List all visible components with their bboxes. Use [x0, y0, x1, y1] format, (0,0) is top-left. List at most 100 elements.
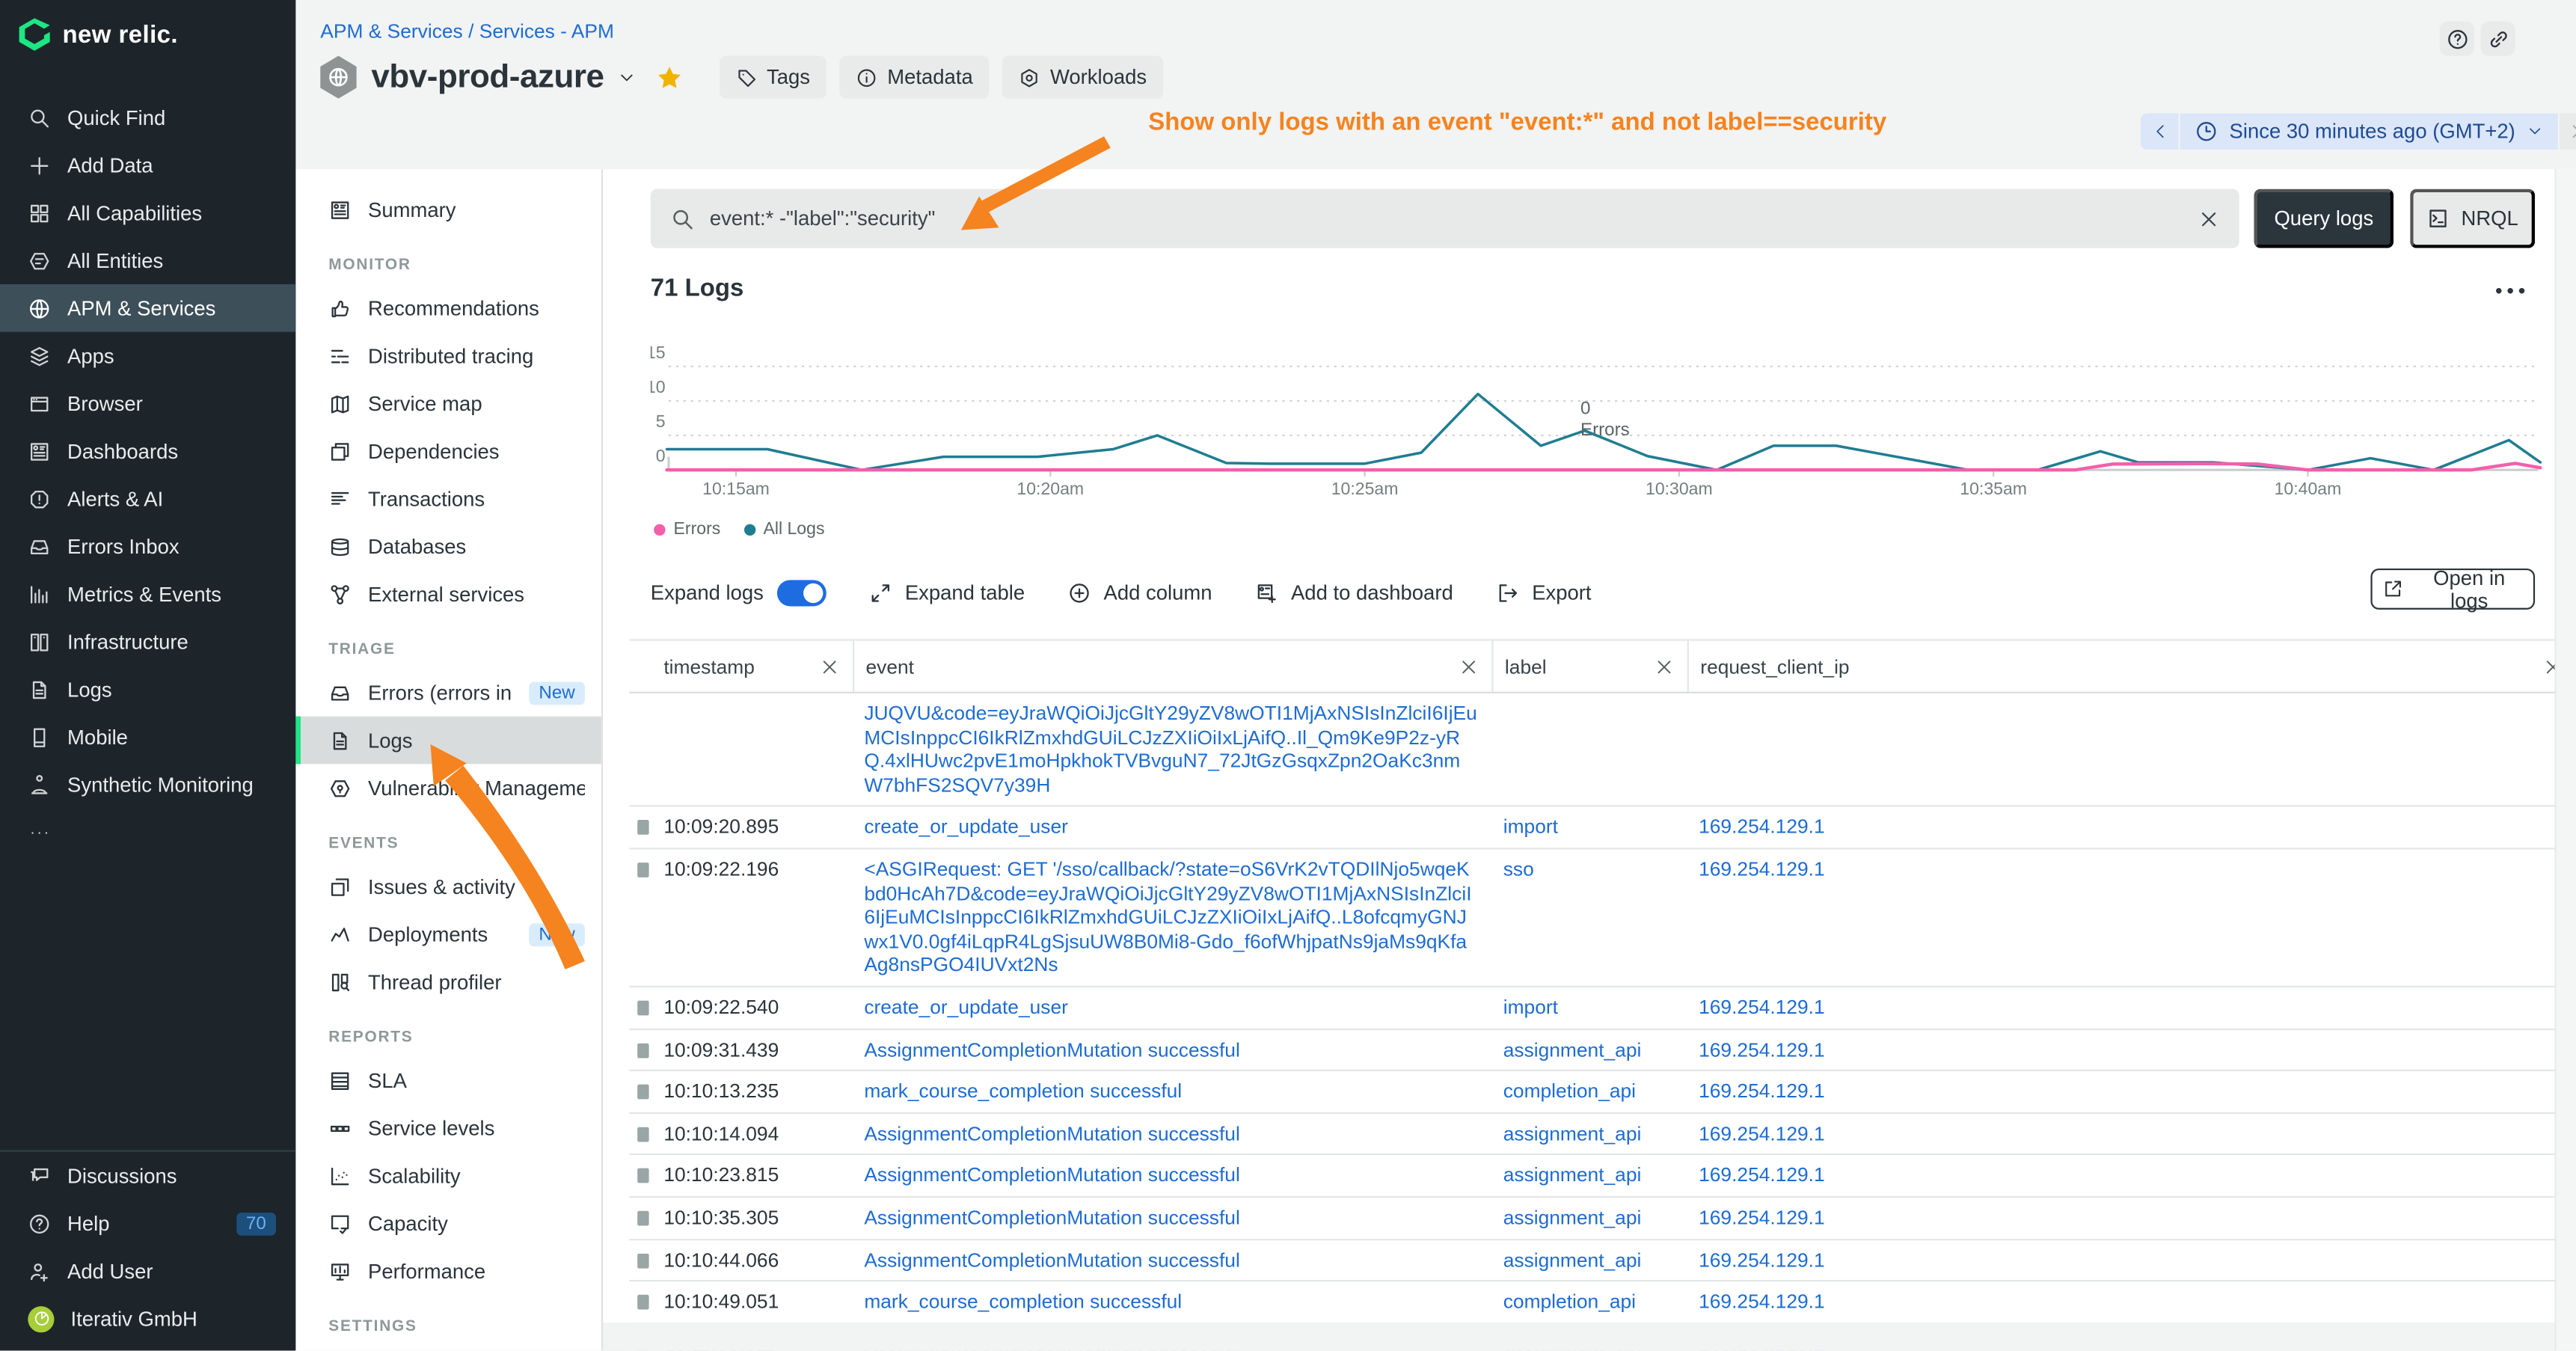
time-forward-button[interactable]: [2560, 114, 2576, 150]
query-logs-button[interactable]: Query logs: [2254, 189, 2394, 248]
subnav-item-scalability[interactable]: Scalability: [295, 1152, 601, 1200]
log-row[interactable]: 10:10:14.094AssignmentCompletionMutation…: [629, 1114, 2576, 1156]
cell-event[interactable]: AssignmentCompletionMutation successful: [853, 1156, 1491, 1196]
remove-column-icon[interactable]: [820, 656, 839, 676]
sidebar-item-quick-find[interactable]: Quick Find: [0, 94, 295, 141]
cell-request-client-ip[interactable]: [1687, 693, 2576, 806]
sidebar-item-apps[interactable]: Apps: [0, 332, 295, 380]
add-column-button[interactable]: Add column: [1067, 582, 1212, 605]
vertical-scrollbar[interactable]: [2554, 169, 2576, 1350]
cell-label[interactable]: assignment_api: [1491, 1198, 1687, 1238]
cell-request-client-ip[interactable]: 169.254.129.1: [1687, 987, 2576, 1028]
cell-request-client-ip[interactable]: 169.254.129.1: [1687, 1114, 2576, 1154]
cell-label[interactable]: assignment_api: [1491, 1114, 1687, 1154]
permalink-button[interactable]: [2481, 22, 2515, 56]
sidebar-item-dashboards[interactable]: Dashboards: [0, 427, 295, 475]
sidebar-item-add-data[interactable]: Add Data: [0, 141, 295, 189]
subnav-item-capacity[interactable]: Capacity: [295, 1199, 601, 1247]
subnav-item-dependencies[interactable]: Dependencies: [295, 427, 601, 475]
log-row[interactable]: 10:10:23.815AssignmentCompletionMutation…: [629, 1156, 2576, 1198]
cell-request-client-ip[interactable]: 169.254.129.1: [1687, 807, 2576, 848]
cell-event[interactable]: AssignmentCompletionMutation successful: [853, 1114, 1491, 1154]
sidebar-item-mobile[interactable]: Mobile: [0, 713, 295, 761]
cell-label[interactable]: completion_api: [1491, 1281, 1687, 1322]
cell-event[interactable]: mark_course_completion successful: [853, 1071, 1491, 1112]
log-row[interactable]: 10:10:49.051mark_course_completion succe…: [629, 1281, 2576, 1323]
sidebar-item-infrastructure[interactable]: Infrastructure: [0, 618, 295, 666]
new-relic-logo[interactable]: new relic.: [16, 16, 178, 52]
time-back-button[interactable]: [2141, 114, 2179, 150]
sidebar-item-iterativ-gmbh[interactable]: Iterativ GmbH: [0, 1295, 295, 1343]
log-row[interactable]: 10:09:22.196<ASGIRequest: GET '/sso/call…: [629, 849, 2576, 987]
workloads-button[interactable]: Workloads: [1002, 56, 1163, 99]
subnav-item-recommendations[interactable]: Recommendations: [295, 284, 601, 332]
subnav-item-service-map[interactable]: Service map: [295, 379, 601, 427]
legend-item-errors[interactable]: Errors: [654, 519, 720, 539]
sidebar-item-metrics-events[interactable]: Metrics & Events: [0, 570, 295, 618]
cell-request-client-ip[interactable]: 169.254.129.1: [1687, 1029, 2576, 1070]
remove-column-icon[interactable]: [1655, 656, 1674, 676]
help-button[interactable]: [2440, 22, 2474, 56]
subnav-item-vulnerability-management[interactable]: Vulnerability Management: [295, 764, 601, 812]
cell-request-client-ip[interactable]: 169.254.129.1: [1687, 1156, 2576, 1196]
cell-event[interactable]: create_or_update_user: [853, 987, 1491, 1028]
cell-event[interactable]: JUQVU&code=eyJraWQiOiJjcGltY29yZV8wOTI1M…: [853, 693, 1491, 806]
sidebar-item-all-entities[interactable]: All Entities: [0, 236, 295, 284]
cell-event[interactable]: AssignmentCompletionMutation successful: [853, 1240, 1491, 1280]
cell-label[interactable]: import: [1491, 987, 1687, 1028]
expand-logs-toggle[interactable]: [776, 580, 826, 606]
time-range-dropdown[interactable]: Since 30 minutes ago (GMT+2): [2180, 114, 2558, 150]
tags-button[interactable]: Tags: [719, 56, 827, 99]
sidebar-item-add-user[interactable]: Add User: [0, 1247, 295, 1295]
subnav-item-sla[interactable]: SLA: [295, 1056, 601, 1104]
breadcrumb-services-apm[interactable]: Services - APM: [479, 19, 614, 43]
sidebar-item-synthetic-monitoring[interactable]: Synthetic Monitoring: [0, 761, 295, 809]
cell-request-client-ip[interactable]: 169.254.129.1: [1687, 1198, 2576, 1238]
nrql-button[interactable]: NRQL: [2410, 189, 2535, 248]
remove-column-icon[interactable]: [1459, 656, 1478, 676]
metadata-button[interactable]: Metadata: [840, 56, 990, 99]
cell-event[interactable]: mark_course_completion successful: [853, 1281, 1491, 1322]
sidebar-item-more[interactable]: [0, 809, 295, 857]
subnav-item-transactions[interactable]: Transactions: [295, 475, 601, 523]
cell-label[interactable]: assignment_api: [1491, 1240, 1687, 1280]
subnav-item-logs[interactable]: Logs: [295, 717, 601, 765]
panel-menu-button[interactable]: [2491, 278, 2530, 304]
cell-request-client-ip[interactable]: 169.254.129.1: [1687, 1281, 2576, 1322]
cell-label[interactable]: completion_api: [1491, 1071, 1687, 1112]
favorite-star-icon[interactable]: [655, 64, 683, 91]
log-row[interactable]: JUQVU&code=eyJraWQiOiJjcGltY29yZV8wOTI1M…: [629, 693, 2576, 807]
subnav-item-thread-profiler[interactable]: Thread profiler: [295, 958, 601, 1006]
export-button[interactable]: Export: [1496, 582, 1592, 605]
expand-table-button[interactable]: Expand table: [868, 582, 1025, 605]
open-in-logs-button[interactable]: Open in logs: [2370, 569, 2535, 610]
log-row[interactable]: 10:09:31.439AssignmentCompletionMutation…: [629, 1029, 2576, 1071]
subnav-item-summary[interactable]: Summary: [295, 186, 601, 233]
log-row[interactable]: 10:10:44.066AssignmentCompletionMutation…: [629, 1240, 2576, 1281]
cell-event[interactable]: AssignmentCompletionMutation successful: [853, 1029, 1491, 1070]
legend-item-all-logs[interactable]: All Logs: [743, 519, 824, 539]
cell-label[interactable]: sso: [1491, 849, 1687, 985]
log-row[interactable]: 10:09:22.540create_or_update_userimport1…: [629, 987, 2576, 1029]
log-query-bar[interactable]: event:* -"label":"security": [651, 189, 2239, 248]
sidebar-item-all-capabilities[interactable]: All Capabilities: [0, 189, 295, 237]
log-row[interactable]: 10:10:35.305AssignmentCompletionMutation…: [629, 1198, 2576, 1240]
add-to-dashboard-button[interactable]: Add to dashboard: [1255, 582, 1453, 605]
cell-label[interactable]: import: [1491, 807, 1687, 848]
sidebar-item-help[interactable]: Help70: [0, 1199, 295, 1247]
subnav-item-deployments[interactable]: DeploymentsNew: [295, 910, 601, 958]
cell-label[interactable]: [1491, 693, 1687, 806]
log-row[interactable]: 10:09:20.895create_or_update_userimport1…: [629, 807, 2576, 849]
subnav-item-external-services[interactable]: External services: [295, 570, 601, 618]
sidebar-item-apm-services[interactable]: APM & Services: [0, 284, 295, 332]
breadcrumb-apm-services[interactable]: APM & Services: [320, 19, 462, 43]
sidebar-item-alerts-ai[interactable]: Alerts & AI: [0, 475, 295, 523]
subnav-item-service-levels[interactable]: Service levels: [295, 1104, 601, 1152]
sidebar-item-browser[interactable]: Browser: [0, 379, 295, 427]
cell-event[interactable]: create_or_update_user: [853, 807, 1491, 848]
subnav-item-databases[interactable]: Databases: [295, 522, 601, 570]
clear-query-icon[interactable]: [2198, 208, 2220, 230]
cell-event[interactable]: AssignmentCompletionMutation successful: [853, 1198, 1491, 1238]
log-row[interactable]: 10:10:13.235mark_course_completion succe…: [629, 1071, 2576, 1113]
subnav-item-errors-errors-inb[interactable]: Errors (errors inb...New: [295, 669, 601, 717]
